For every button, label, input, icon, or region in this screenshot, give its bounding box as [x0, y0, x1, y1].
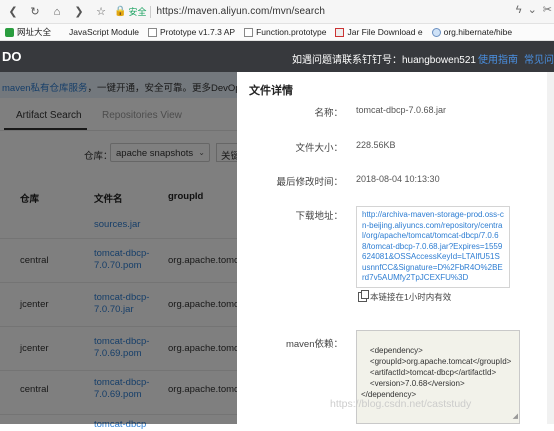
scrollbar[interactable] [547, 72, 554, 424]
bookmark-label: Prototype v1.7.3 AP [159, 27, 236, 37]
scissors-icon[interactable]: ✂ [543, 3, 552, 16]
refresh-icon[interactable]: ↻ [26, 3, 44, 21]
url-text[interactable]: https://maven.aliyun.com/mvn/search [156, 6, 325, 17]
maven-label: maven依赖： [285, 339, 343, 350]
address-bar[interactable]: 🔒 安全 https://maven.aliyun.com/mvn/search [114, 3, 325, 21]
bookmark-item[interactable]: org.hibernate/hibe [431, 27, 513, 37]
site-header: DO 如遇问题请联系钉钉号：huangbowen521 使用指南 常见问 [0, 41, 554, 72]
size-value: 228.56KB [356, 140, 396, 150]
jar-icon [335, 27, 345, 37]
expire-text: 本链接在1小时内有效 [370, 292, 452, 302]
watermark: https://blog.csdn.net/caststudy [330, 398, 472, 410]
bookmarks-bar: 网址大全 JavaScript Module Prototype v1.7.3 … [0, 24, 554, 41]
modified-value: 2018-08-04 10:13:30 [356, 174, 440, 184]
url-divider [150, 5, 152, 18]
lock-icon: 🔒 [114, 6, 127, 17]
back-icon[interactable]: ❮ [4, 3, 22, 21]
name-value: tomcat-dbcp-7.0.68.jar [356, 105, 447, 115]
maven-dependency-text: <dependency> <groupId>org.apache.tomcat<… [361, 346, 512, 399]
bookmark-label: 网址大全 [17, 27, 52, 37]
drawer-title: 文件详情 [249, 85, 293, 97]
forward-icon[interactable]: ❯ [70, 3, 88, 21]
page-icon [244, 27, 254, 37]
bookmark-item[interactable]: JavaScript Module [69, 27, 139, 37]
resize-handle-icon[interactable]: ◢ [513, 411, 518, 422]
bookmark-item[interactable]: Prototype v1.7.3 AP [147, 27, 236, 37]
bookmark-item[interactable]: Jar File Download e [335, 27, 423, 37]
bookmark-star-icon[interactable]: ☆ [92, 3, 110, 21]
expire-note: 本链接在1小时内有效 [358, 290, 452, 303]
bookmark-label: Function.prototype [256, 27, 327, 37]
bookmark-label: Jar File Download e [347, 27, 423, 37]
usage-guide-link[interactable]: 使用指南 [478, 51, 518, 66]
download-url-link[interactable]: http://archiva-maven-storage-prod.oss-cn… [356, 206, 510, 288]
toolbar-right: ϟ ⌄ ✂ [510, 3, 552, 17]
faq-link[interactable]: 常见问 [524, 51, 554, 66]
page-icon [147, 27, 157, 37]
file-detail-drawer: 文件详情 名称： tomcat-dbcp-7.0.68.jar 文件大小： 22… [237, 72, 554, 424]
site-icon [5, 27, 14, 37]
dropdown-icon[interactable]: ⌄ [528, 3, 537, 16]
browser-toolbar: ❮ ↻ ⌂ ❯ ☆ 🔒 安全 https://maven.aliyun.com/… [0, 0, 554, 24]
home-icon[interactable]: ⌂ [48, 3, 66, 21]
modified-label: 最后修改时间： [276, 177, 343, 188]
copy-icon[interactable] [358, 290, 369, 302]
name-label: 名称： [314, 108, 343, 119]
bookmark-label: JavaScript Module [69, 27, 139, 37]
logo[interactable]: DO [2, 49, 22, 64]
globe-icon [431, 27, 441, 37]
download-label: 下载地址： [295, 211, 343, 222]
size-label: 文件大小： [295, 143, 343, 154]
bookmark-item[interactable]: Function.prototype [244, 27, 326, 37]
modal-overlay[interactable] [0, 72, 237, 424]
bookmark-item[interactable]: 网址大全 [5, 26, 51, 38]
secure-label: 安全 [128, 7, 147, 17]
bookmark-label: org.hibernate/hibe [443, 27, 513, 37]
dingtalk-contact: 如遇问题请联系钉钉号：huangbowen521 [292, 55, 476, 66]
lightning-icon[interactable]: ϟ [516, 4, 522, 16]
